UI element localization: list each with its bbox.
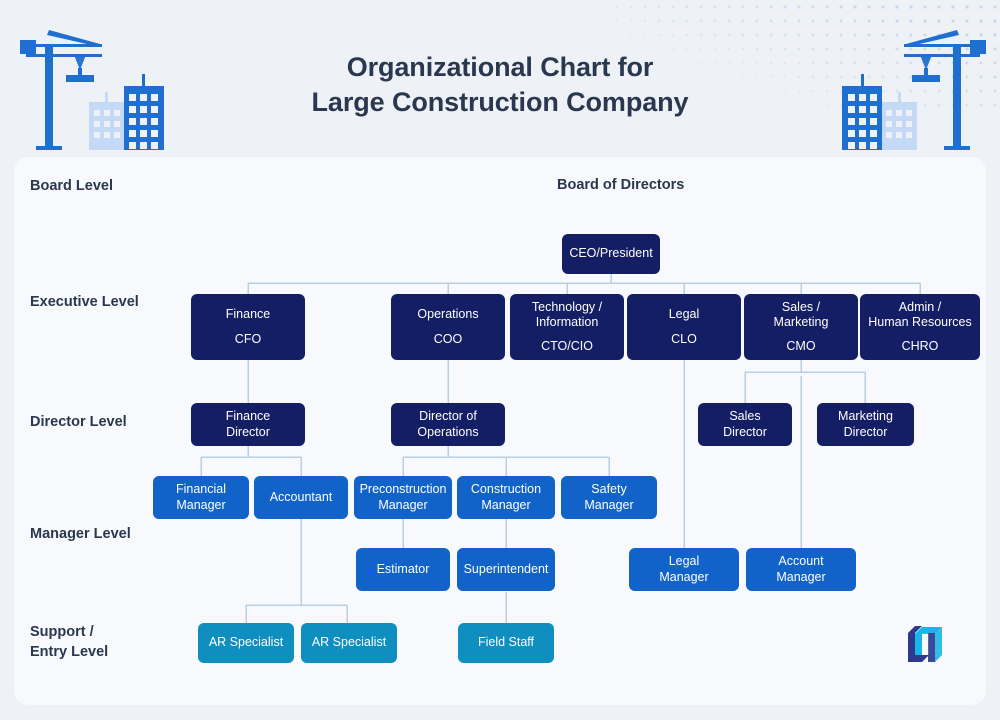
node-marketing-director[interactable]: Marketing Director xyxy=(817,403,914,446)
node-subtitle: COO xyxy=(433,331,463,346)
node-title: Superintendent xyxy=(463,561,549,576)
org-chart-card: Board Level Executive Level Director Lev… xyxy=(14,157,986,705)
node-director-of-operations[interactable]: Director of Operations xyxy=(391,403,505,446)
page-title: Organizational Chart for Large Construct… xyxy=(0,50,1000,119)
node-sales-marketing-cmo[interactable]: Sales / Marketing CMO xyxy=(744,294,858,360)
node-safety-manager[interactable]: Safety Manager xyxy=(561,476,657,519)
level-label-manager: Manager Level xyxy=(30,526,131,542)
node-finance-director[interactable]: Finance Director xyxy=(191,403,305,446)
page-title-line-1: Organizational Chart for xyxy=(346,52,654,82)
level-label-support: Support / Entry Level xyxy=(30,624,109,660)
org-chart-poster: Organizational Chart for Large Construct… xyxy=(0,0,1000,720)
node-financial-manager[interactable]: Financial Manager xyxy=(153,476,249,519)
node-title: Legal xyxy=(668,307,700,322)
node-title: Marketing Director xyxy=(838,409,893,439)
level-label-director: Director Level xyxy=(30,414,127,430)
node-title: Account Manager xyxy=(776,554,826,584)
node-title: Safety Manager xyxy=(584,482,634,512)
node-subtitle: CHRO xyxy=(901,339,939,354)
company-logo xyxy=(908,626,942,662)
node-title: Operations xyxy=(417,307,479,322)
node-title: Estimator xyxy=(376,561,430,576)
node-finance-cfo[interactable]: Finance CFO xyxy=(191,294,305,360)
node-technology-information-cto-cio[interactable]: Technology / Information CTO/CIO xyxy=(510,294,624,360)
node-operations-coo[interactable]: Operations COO xyxy=(391,294,505,360)
node-ar-specialist-1[interactable]: AR Specialist xyxy=(198,623,294,663)
node-title: Finance xyxy=(225,307,271,322)
node-title: Construction Manager xyxy=(470,482,542,512)
node-title: Finance Director xyxy=(225,409,271,439)
node-legal-clo[interactable]: Legal CLO xyxy=(627,294,741,360)
node-ar-specialist-2[interactable]: AR Specialist xyxy=(301,623,397,663)
node-accountant[interactable]: Accountant xyxy=(254,476,348,519)
node-admin-human-resources-chro[interactable]: Admin / Human Resources CHRO xyxy=(860,294,980,360)
node-title: Director of Operations xyxy=(417,409,479,439)
node-superintendent[interactable]: Superintendent xyxy=(457,548,555,591)
level-label-board: Board Level xyxy=(30,178,113,194)
node-field-staff[interactable]: Field Staff xyxy=(458,623,554,663)
node-construction-manager[interactable]: Construction Manager xyxy=(457,476,555,519)
node-subtitle: CFO xyxy=(234,331,262,346)
node-title: Field Staff xyxy=(477,635,535,650)
node-subtitle: CTO/CIO xyxy=(541,339,593,354)
page-title-line-2: Large Construction Company xyxy=(311,86,689,117)
node-title: AR Specialist xyxy=(208,635,284,650)
node-title: Legal Manager xyxy=(659,554,709,584)
node-legal-manager[interactable]: Legal Manager xyxy=(629,548,739,591)
level-label-executive: Executive Level xyxy=(30,294,139,310)
node-title: AR Specialist xyxy=(311,635,387,650)
node-title: Admin / Human Resources xyxy=(868,299,972,329)
node-title: Sales / Marketing xyxy=(773,299,829,329)
node-title: Preconstruction Manager xyxy=(359,482,447,512)
node-subtitle: CMO xyxy=(786,339,816,354)
node-preconstruction-manager[interactable]: Preconstruction Manager xyxy=(354,476,452,519)
node-title: Sales Director xyxy=(723,409,767,439)
node-subtitle: CLO xyxy=(671,331,697,346)
node-title: Technology / Information xyxy=(531,299,603,329)
node-title: Financial Manager xyxy=(175,482,227,512)
node-sales-director[interactable]: Sales Director xyxy=(698,403,792,446)
board-of-directors-heading: Board of Directors xyxy=(557,177,685,193)
node-title: Accountant xyxy=(269,489,333,504)
node-account-manager[interactable]: Account Manager xyxy=(746,548,856,591)
node-ceo-president[interactable]: CEO/President xyxy=(562,234,660,274)
node-estimator[interactable]: Estimator xyxy=(356,548,450,591)
node-title: CEO/President xyxy=(569,246,653,261)
